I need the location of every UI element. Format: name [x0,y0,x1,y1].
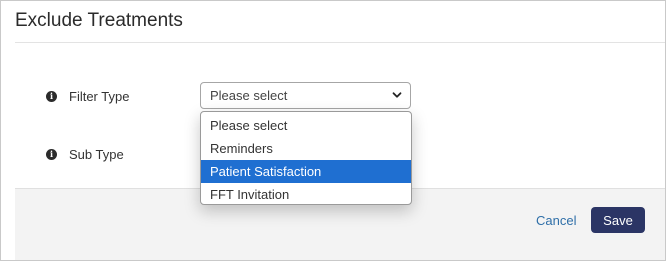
info-icon: i [46,149,57,160]
dropdown-option[interactable]: Reminders [201,137,411,160]
info-icon: i [46,91,57,102]
dropdown-option[interactable]: Patient Satisfaction [201,160,411,183]
dropdown-option[interactable]: FFT Invitation [201,183,411,204]
filter-type-label: Filter Type [69,89,130,104]
chevron-down-icon [392,92,402,98]
sub-type-label: Sub Type [69,147,124,162]
dialog-title: Exclude Treatments [15,10,183,31]
exclude-treatments-dialog: Exclude Treatments i Filter Type Please … [0,0,666,261]
title-divider [15,42,665,43]
filter-type-dropdown-list: Please select Reminders Patient Satisfacti… [200,111,412,205]
dropdown-option[interactable]: Please select [201,114,411,137]
cancel-link[interactable]: Cancel [536,213,576,228]
filter-type-select[interactable]: Please select [200,82,411,109]
save-button[interactable]: Save [591,207,645,233]
filter-type-selected-value: Please select [210,88,288,103]
